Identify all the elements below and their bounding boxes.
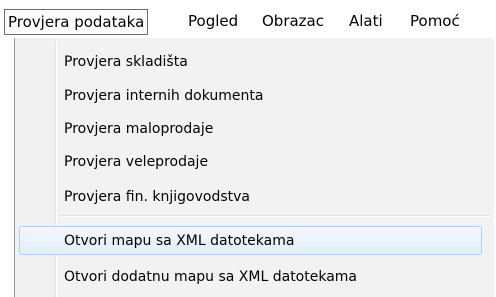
menu-icon-gutter [15, 38, 52, 297]
menu-alati[interactable]: Alati [349, 9, 383, 35]
menu-bar: Provjera podataka Pogled Obrazac Alati P… [0, 0, 496, 38]
provjera-podataka-dropdown: Provjera skladišta Provjera internih dok… [14, 38, 494, 297]
menu-pomoc[interactable]: Pomoć [410, 9, 460, 35]
menu-pogled[interactable]: Pogled [188, 9, 238, 35]
menu-item-otvori-mapu-xml[interactable]: Otvori mapu sa XML datotekama [64, 227, 294, 255]
menu-item-provjera-veleprodaje[interactable]: Provjera veleprodaje [64, 148, 208, 176]
menu-item-otvori-dodatnu-mapu-xml[interactable]: Otvori dodatnu mapu sa XML datotekama [64, 263, 357, 291]
menu-item-provjera-maloprodaje[interactable]: Provjera maloprodaje [64, 115, 213, 143]
gutter-divider [55, 42, 57, 297]
menu-item-provjera-fin-knjigovodstva[interactable]: Provjera fin. knjigovodstva [64, 183, 250, 211]
menu-provjera-podataka[interactable]: Provjera podataka [4, 9, 149, 35]
menu-item-provjera-internih-dokumenta[interactable]: Provjera internih dokumenta [64, 82, 263, 110]
menu-separator [60, 215, 490, 217]
menu-item-provjera-skladista[interactable]: Provjera skladišta [64, 48, 188, 76]
menu-obrazac[interactable]: Obrazac [262, 9, 324, 35]
